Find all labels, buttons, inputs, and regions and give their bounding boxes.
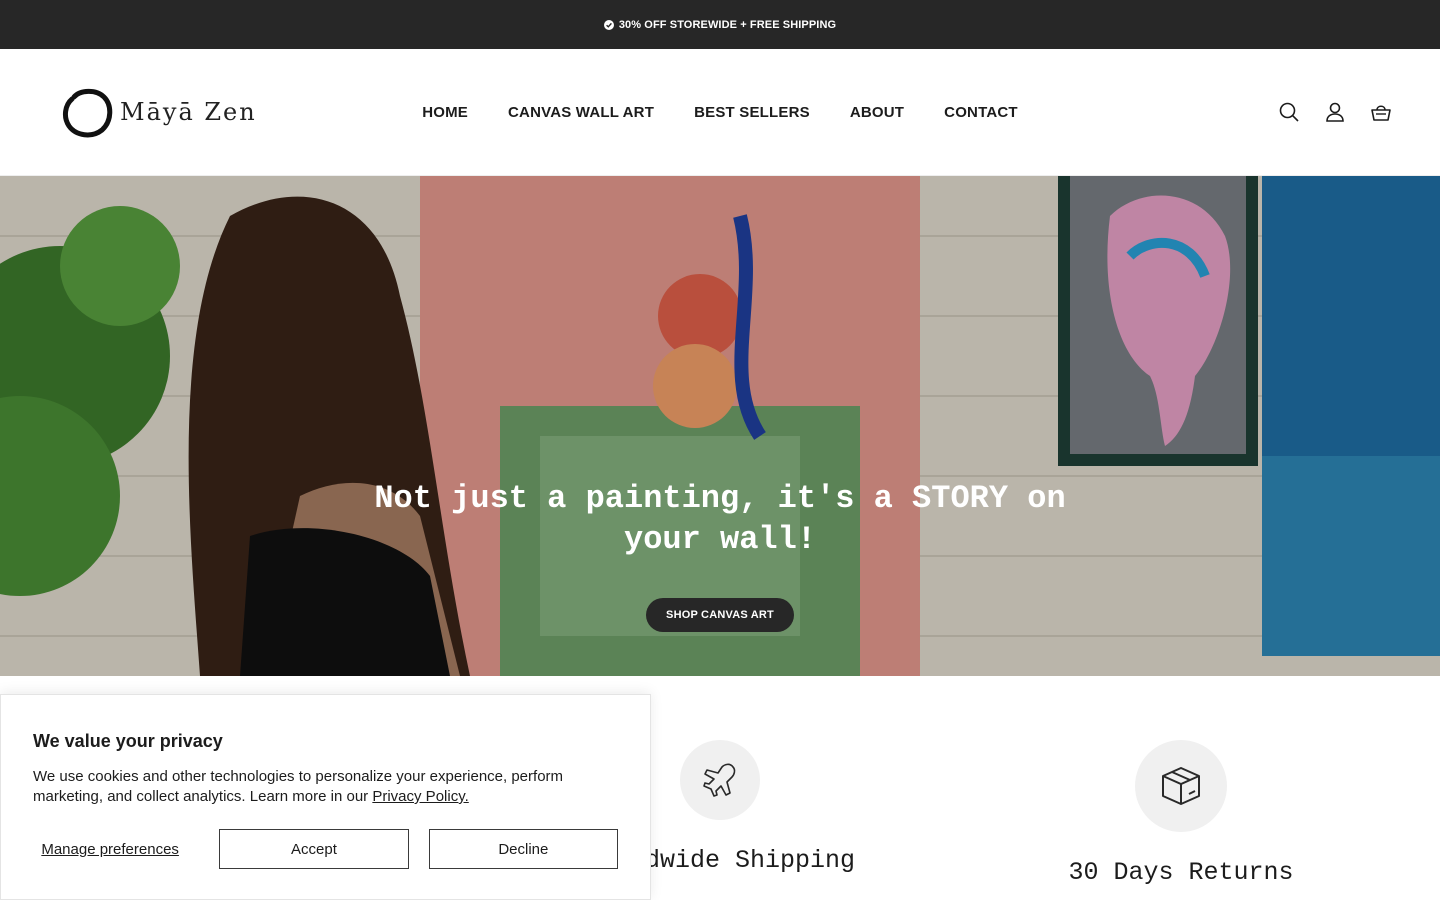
decline-button[interactable]: Decline: [428, 829, 619, 869]
hero-banner: Not just a painting, it's a STORY on you…: [0, 176, 1440, 676]
cookie-actions: Manage preferences Accept Decline: [1, 829, 619, 869]
nav-item-best-sellers[interactable]: BEST SELLERS: [694, 104, 810, 121]
feature-icon-circle: [680, 740, 760, 820]
nav-item-home[interactable]: HOME: [422, 104, 468, 121]
site-logo[interactable]: Māyā Zen: [60, 85, 257, 139]
announcement-text: 30% OFF STOREWIDE + FREE SHIPPING: [618, 18, 837, 31]
cart-icon[interactable]: [1370, 101, 1392, 123]
feature-icon-circle: [1135, 740, 1227, 832]
manage-preferences-link[interactable]: Manage preferences: [1, 841, 219, 858]
enso-logo-icon: [62, 88, 113, 138]
site-header: Māyā Zen HOME CANVAS WALL ART BEST SELLE…: [0, 49, 1440, 176]
nav-item-about[interactable]: ABOUT: [850, 104, 904, 121]
header-icons: [1278, 101, 1392, 123]
nav-item-canvas-wall-art[interactable]: CANVAS WALL ART: [508, 104, 654, 121]
cookie-consent-panel: We value your privacy We use cookies and…: [0, 694, 651, 900]
announcement-bar: 30% OFF STOREWIDE + FREE SHIPPING: [0, 0, 1440, 49]
cookie-body-text: We use cookies and other technologies to…: [33, 768, 564, 805]
search-icon[interactable]: [1278, 101, 1300, 123]
cookie-title: We value your privacy: [33, 731, 223, 751]
logo-text: Māyā Zen: [120, 98, 257, 126]
feature-30-days-returns: 30 Days Returns: [1020, 740, 1342, 887]
airplane-icon: [703, 763, 736, 797]
accept-button[interactable]: Accept: [219, 829, 409, 869]
nav-item-contact[interactable]: CONTACT: [944, 104, 1018, 121]
cookie-body: We use cookies and other technologies to…: [33, 767, 593, 807]
feature-title: 30 Days Returns: [1068, 858, 1294, 887]
account-icon[interactable]: [1324, 101, 1346, 123]
box-icon: [1162, 767, 1200, 805]
hero-title: Not just a painting, it's a STORY on you…: [374, 480, 1066, 558]
hero-content: Not just a painting, it's a STORY on you…: [0, 478, 1440, 632]
shop-canvas-art-button[interactable]: SHOP CANVAS ART: [646, 598, 794, 632]
privacy-policy-link[interactable]: Privacy Policy.: [372, 788, 468, 805]
check-circle-icon: [603, 19, 614, 30]
